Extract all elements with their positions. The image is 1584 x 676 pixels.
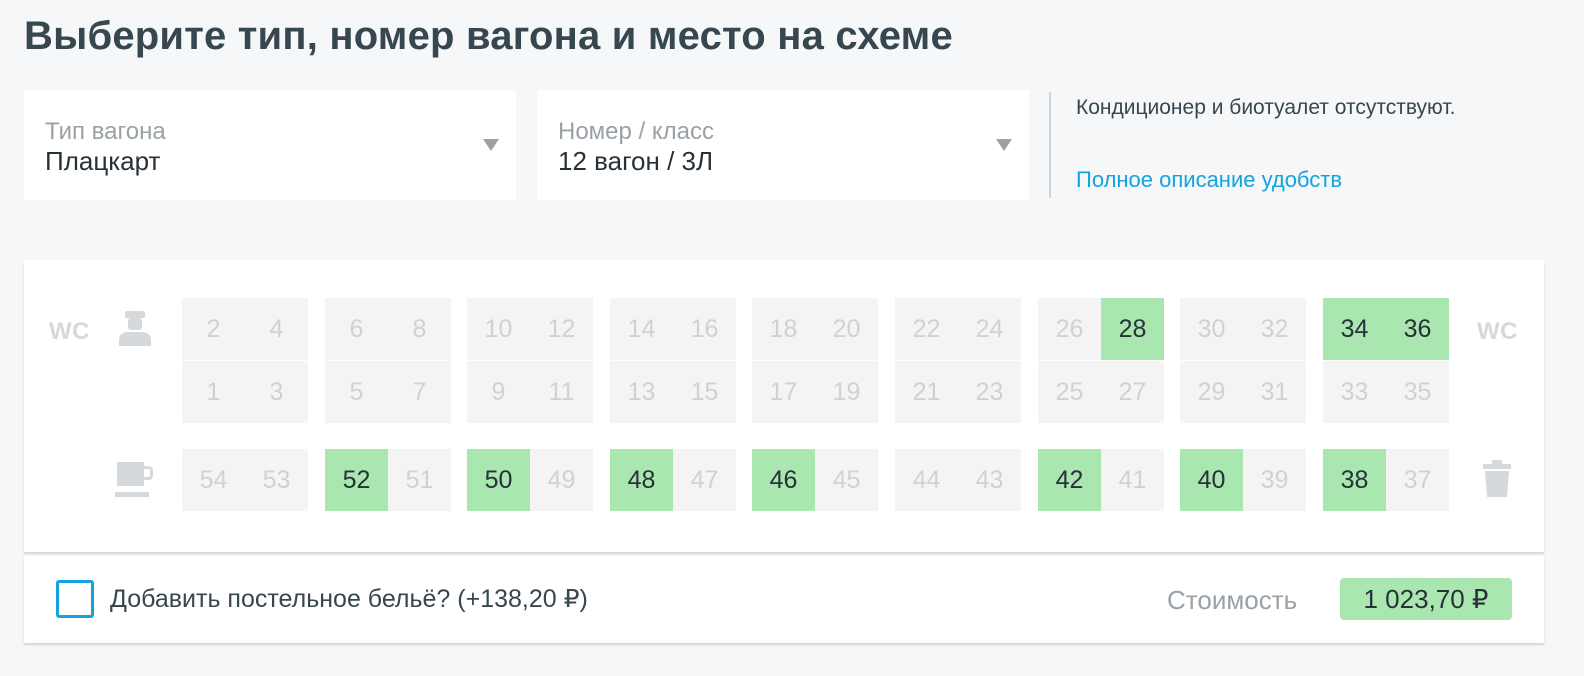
seat-scheme: WC WC 2 4 6 8 10 12 14 16 18 20 22 24 26 28 30 32 34 36 1 3… (24, 260, 1544, 552)
seat-7: 7 (388, 361, 451, 423)
seat-14: 14 (610, 298, 673, 360)
seat-12: 12 (530, 298, 593, 360)
seat-3: 3 (245, 361, 308, 423)
conductor-icon (117, 310, 153, 346)
seat-35: 35 (1386, 361, 1449, 423)
footer-bar: Добавить постельное бельё? (+138,20 ₽) С… (24, 556, 1544, 643)
bedding-label: Добавить постельное бельё? (+138,20 ₽) (110, 585, 588, 613)
car-number-value: 12 вагон / 3Л (558, 146, 714, 176)
seat-16: 16 (673, 298, 736, 360)
seat-25: 25 (1038, 361, 1101, 423)
car-type-value: Плацкарт (45, 146, 161, 176)
car-number-label: Номер / класс (558, 118, 714, 145)
car-type-label: Тип вагона (45, 118, 166, 145)
seat-1: 1 (182, 361, 245, 423)
seat-19: 19 (815, 361, 878, 423)
seat-4: 4 (245, 298, 308, 360)
seat-21: 21 (895, 361, 958, 423)
amenities-text: Кондиционер и биотуалет отсутствуют. (1076, 96, 1456, 119)
seat-22: 22 (895, 298, 958, 360)
seat-6: 6 (325, 298, 388, 360)
car-type-select[interactable]: Тип вагона Плацкарт (24, 90, 516, 200)
seat-18: 18 (752, 298, 815, 360)
seat-34[interactable]: 34 (1323, 298, 1386, 360)
seat-28[interactable]: 28 (1101, 298, 1164, 360)
seat-26: 26 (1038, 298, 1101, 360)
seat-49: 49 (530, 449, 593, 511)
seat-45: 45 (815, 449, 878, 511)
seat-32: 32 (1243, 298, 1306, 360)
seat-39: 39 (1243, 449, 1306, 511)
seat-15: 15 (673, 361, 736, 423)
seat-46[interactable]: 46 (752, 449, 815, 511)
seat-41: 41 (1101, 449, 1164, 511)
seat-29: 29 (1180, 361, 1243, 423)
seat-52[interactable]: 52 (325, 449, 388, 511)
seat-10: 10 (467, 298, 530, 360)
info-divider (1049, 92, 1051, 198)
seat-42[interactable]: 42 (1038, 449, 1101, 511)
seat-31: 31 (1243, 361, 1306, 423)
seat-20: 20 (815, 298, 878, 360)
bedding-checkbox[interactable] (56, 580, 94, 618)
chevron-down-icon (996, 139, 1012, 151)
seat-51: 51 (388, 449, 451, 511)
seat-50[interactable]: 50 (467, 449, 530, 511)
car-number-select[interactable]: Номер / класс 12 вагон / 3Л (537, 90, 1029, 200)
seat-24: 24 (958, 298, 1021, 360)
seat-11: 11 (530, 361, 593, 423)
seat-47: 47 (673, 449, 736, 511)
seat-8: 8 (388, 298, 451, 360)
seat-44: 44 (895, 449, 958, 511)
trash-icon (1483, 460, 1511, 498)
seat-5: 5 (325, 361, 388, 423)
seat-53: 53 (245, 449, 308, 511)
seat-27: 27 (1101, 361, 1164, 423)
seat-30: 30 (1180, 298, 1243, 360)
seat-9: 9 (467, 361, 530, 423)
amenities-link[interactable]: Полное описание удобств (1076, 167, 1342, 193)
chevron-down-icon (483, 139, 499, 151)
wc-label-left: WC (49, 318, 90, 345)
seat-37: 37 (1386, 449, 1449, 511)
seat-54: 54 (182, 449, 245, 511)
seat-38[interactable]: 38 (1323, 449, 1386, 511)
wc-label-right: WC (1477, 318, 1518, 345)
page-title: Выберите тип, номер вагона и место на сх… (24, 14, 953, 58)
seat-33: 33 (1323, 361, 1386, 423)
seat-13: 13 (610, 361, 673, 423)
seat-36[interactable]: 36 (1386, 298, 1449, 360)
seat-23: 23 (958, 361, 1021, 423)
cup-icon (115, 461, 155, 499)
seat-17: 17 (752, 361, 815, 423)
seat-40[interactable]: 40 (1180, 449, 1243, 511)
price-label: Стоимость (1167, 585, 1298, 615)
price-value: 1 023,70 ₽ (1340, 578, 1512, 620)
seat-48[interactable]: 48 (610, 449, 673, 511)
seat-2: 2 (182, 298, 245, 360)
seat-43: 43 (958, 449, 1021, 511)
